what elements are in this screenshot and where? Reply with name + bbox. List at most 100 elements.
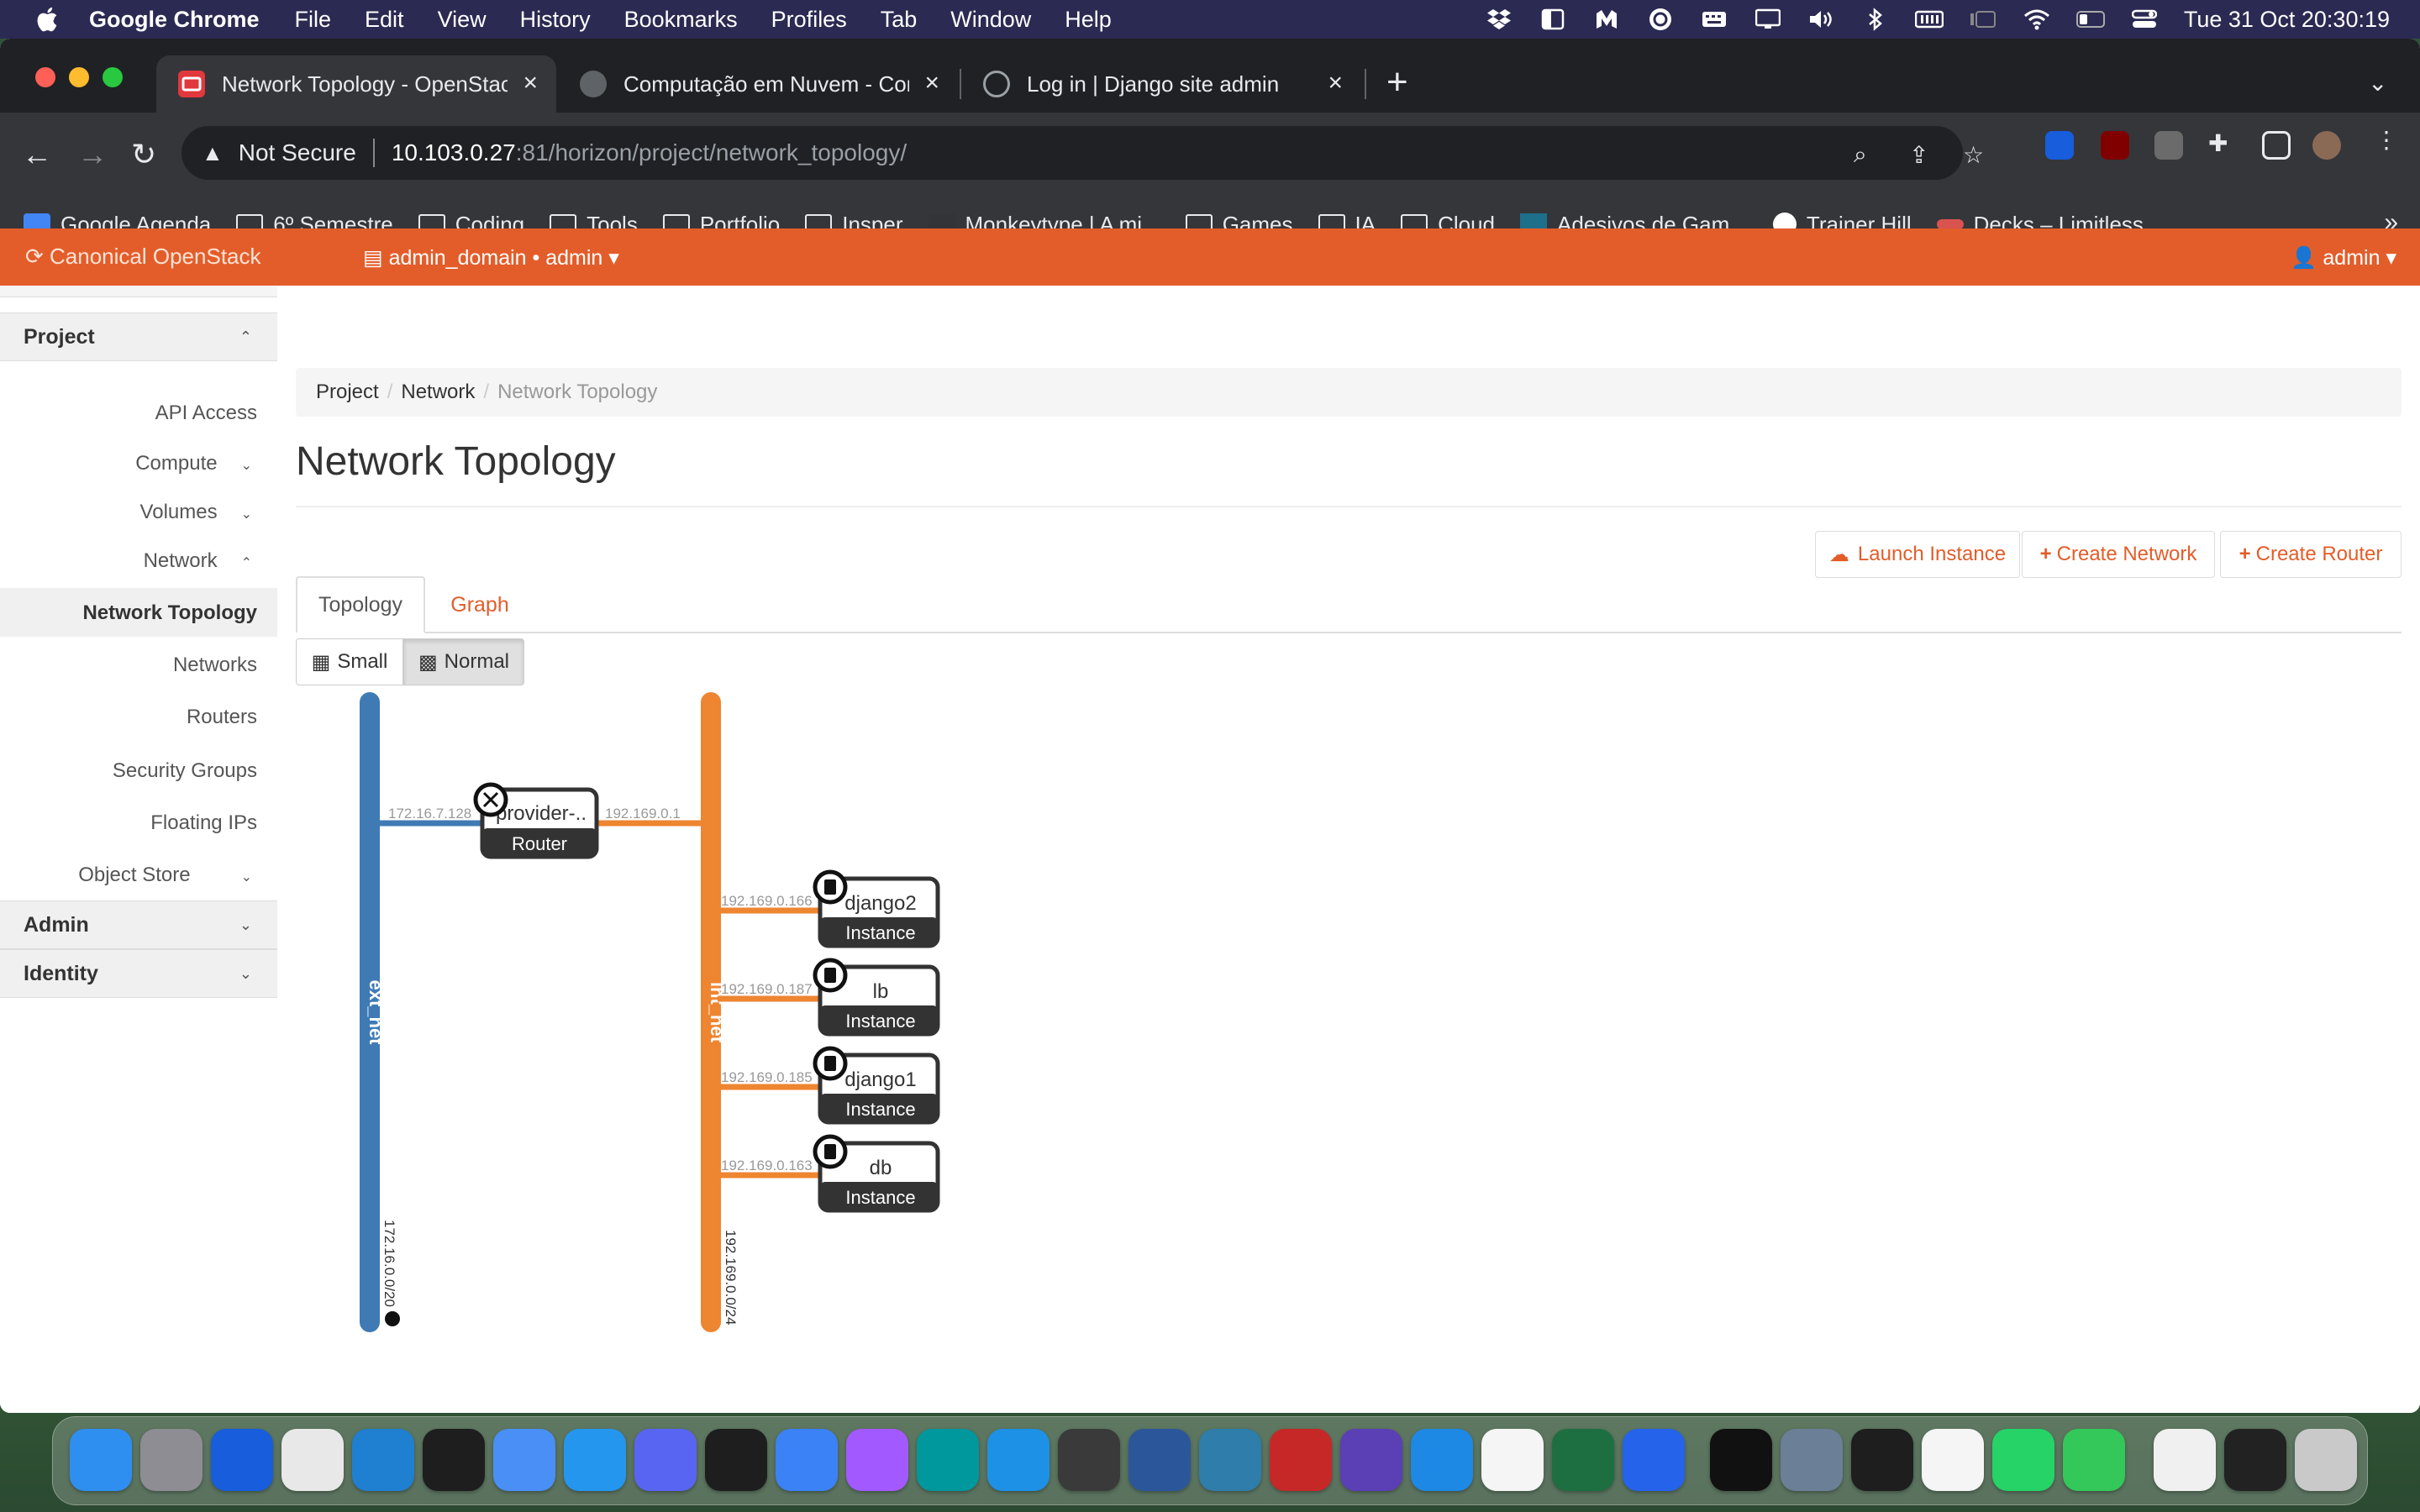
sidebar-item-floating-ips[interactable]: Floating IPs	[150, 811, 257, 835]
tab-graph[interactable]: Graph	[425, 576, 534, 633]
create-router-button[interactable]: + Create Router	[2220, 531, 2402, 578]
display-icon[interactable]	[1754, 8, 1782, 31]
reload-icon[interactable]: ↻	[131, 138, 156, 171]
shield-extension-icon[interactable]	[2154, 131, 2183, 160]
url-path[interactable]: :81/horizon/project/network_topology/	[516, 139, 907, 166]
dock-finder-icon[interactable]	[70, 1429, 132, 1491]
launch-instance-button[interactable]: ☁ Launch Instance	[1815, 531, 2020, 578]
brand-logo[interactable]: ⟳ Canonical OpenStack	[25, 244, 261, 270]
close-tab-icon[interactable]: ×	[924, 71, 939, 96]
sidebar-item-routers[interactable]: Routers	[187, 706, 257, 729]
sidebar-app-icon[interactable]	[1539, 8, 1567, 31]
dock-docker-desktop-icon[interactable]	[564, 1429, 626, 1491]
volume-icon[interactable]	[1807, 8, 1836, 31]
normal-view-button[interactable]: ▩ Normal	[403, 638, 524, 685]
url-host[interactable]: 10.103.0.27	[392, 139, 516, 166]
dock-epic-games-icon[interactable]	[1710, 1429, 1772, 1491]
bookmark-star-icon[interactable]: ☆	[1963, 141, 1990, 168]
zoom-icon[interactable]: ⌕	[1854, 141, 1881, 168]
control-center-icon[interactable]	[2130, 8, 2159, 31]
sidebar-section-identity[interactable]: Identity ⌄	[0, 949, 277, 998]
dock-trash-icon[interactable]	[2295, 1429, 2357, 1491]
tab-topology[interactable]: Topology	[296, 576, 425, 633]
dock-dolphin-icon[interactable]	[1411, 1429, 1473, 1491]
dock-obs-icon[interactable]	[1058, 1429, 1120, 1491]
menubar-clock[interactable]: Tue 31 Oct 20:30:19	[2184, 7, 2390, 33]
menu-view[interactable]: View	[438, 7, 487, 33]
dock-mysql-workbench-icon[interactable]	[1199, 1429, 1261, 1491]
malwarebytes-menu-icon[interactable]	[1592, 8, 1621, 31]
apple-icon[interactable]	[32, 5, 60, 34]
sidebar-section-admin[interactable]: Admin ⌄	[0, 900, 277, 949]
sidebar-group-compute[interactable]: Compute ⌄	[135, 452, 252, 475]
sidebar-item-api-access[interactable]: API Access	[155, 402, 257, 425]
forward-arrow-icon[interactable]: →	[77, 138, 108, 171]
sidebar-group-volumes[interactable]: Volumes ⌄	[140, 501, 252, 524]
menu-window[interactable]: Window	[950, 7, 1031, 33]
extensions-puzzle-icon[interactable]: ✚	[2208, 129, 2235, 156]
chrome-menu-icon[interactable]: ⋮	[2375, 126, 2402, 153]
create-network-button[interactable]: + Create Network	[2022, 531, 2215, 578]
sidebar-group-object-store[interactable]: Object Store ⌄	[78, 864, 252, 887]
dock-chrome-icon[interactable]	[281, 1429, 344, 1491]
bitwarden-extension-icon[interactable]	[2045, 131, 2074, 160]
dock-document-icon[interactable]	[2154, 1429, 2216, 1491]
close-tab-icon[interactable]: ×	[1328, 71, 1343, 96]
memory-icon[interactable]	[1914, 8, 1944, 31]
small-view-button[interactable]: ▦ Small	[296, 638, 403, 685]
dropbox-icon[interactable]	[1485, 8, 1513, 31]
back-arrow-icon[interactable]: ←	[22, 138, 52, 171]
grammarly-icon[interactable]	[1646, 8, 1675, 31]
dock-bitwarden-icon[interactable]	[211, 1429, 273, 1491]
zoom-window-icon[interactable]	[103, 67, 123, 87]
dock-logitech-icon[interactable]	[705, 1429, 767, 1491]
dock-word-icon[interactable]	[1128, 1429, 1191, 1491]
profile-avatar[interactable]	[2312, 131, 2341, 160]
warning-triangle-icon[interactable]: ▲	[202, 140, 224, 166]
dock-preview-icon[interactable]	[1781, 1429, 1843, 1491]
dock-arduino-icon[interactable]	[917, 1429, 979, 1491]
dock-vscode-icon[interactable]	[352, 1429, 414, 1491]
dock-cloudflare-warp-icon[interactable]	[776, 1429, 838, 1491]
dock-screenshot-icon[interactable]	[2224, 1429, 2286, 1491]
dock-excel-icon[interactable]	[1552, 1429, 1614, 1491]
dock-rocketsim-icon[interactable]	[1270, 1429, 1332, 1491]
user-menu[interactable]: 👤 admin ▾	[2291, 245, 2396, 270]
security-status[interactable]: Not Secure	[239, 139, 356, 166]
sidebar-item-network-topology[interactable]: Network Topology	[82, 601, 257, 625]
dock-clock-icon[interactable]	[1481, 1429, 1544, 1491]
dock-whatsapp-icon[interactable]	[1992, 1429, 2054, 1491]
menu-profiles[interactable]: Profiles	[771, 7, 847, 33]
sidebar-item-security-groups[interactable]: Security Groups	[113, 759, 257, 783]
dock-figma-icon[interactable]	[846, 1429, 908, 1491]
sidebar-section-project[interactable]: Project ⌃	[0, 312, 277, 361]
wifi-icon[interactable]	[2023, 8, 2051, 31]
new-tab-icon[interactable]: +	[1386, 64, 1408, 101]
dock-xcode-icon[interactable]	[493, 1429, 555, 1491]
close-tab-icon[interactable]: ×	[523, 71, 538, 96]
bluetooth-icon[interactable]	[1861, 8, 1890, 31]
dock-malwarebytes-icon[interactable]	[1623, 1429, 1685, 1491]
battery-icon[interactable]	[2075, 8, 2105, 31]
tab-django-admin[interactable]: Log in | Django site admin ×	[961, 55, 1361, 113]
menu-history[interactable]: History	[520, 7, 591, 33]
stage-manager-icon[interactable]	[1969, 8, 1997, 31]
close-window-icon[interactable]	[35, 67, 55, 87]
sidebar-group-network[interactable]: Network ⌃	[144, 549, 252, 573]
menu-edit[interactable]: Edit	[365, 7, 404, 33]
tab-computacao-em-nuvem[interactable]: Computação em Nuvem - Con ×	[558, 55, 958, 113]
tab-search-chevron-icon[interactable]: ⌄	[2368, 69, 2387, 97]
dock-docker-icon[interactable]	[987, 1429, 1050, 1491]
dock-discord-icon[interactable]	[634, 1429, 697, 1491]
menu-file[interactable]: File	[295, 7, 332, 33]
share-icon[interactable]: ⇪	[1909, 141, 1936, 168]
keyboard-icon[interactable]	[1700, 8, 1728, 31]
menu-help[interactable]: Help	[1065, 7, 1112, 33]
ublock-extension-icon[interactable]	[2101, 131, 2129, 160]
dock-terminal-2-icon[interactable]	[1851, 1429, 1913, 1491]
address-bar[interactable]: ▲ Not Secure 10.103.0.27 :81/horizon/pro…	[182, 126, 1984, 180]
dock-textedit-icon[interactable]	[1922, 1429, 1984, 1491]
minimize-window-icon[interactable]	[69, 67, 89, 87]
side-panel-icon[interactable]	[2262, 131, 2291, 160]
dock-numbers-icon[interactable]	[2063, 1429, 2125, 1491]
